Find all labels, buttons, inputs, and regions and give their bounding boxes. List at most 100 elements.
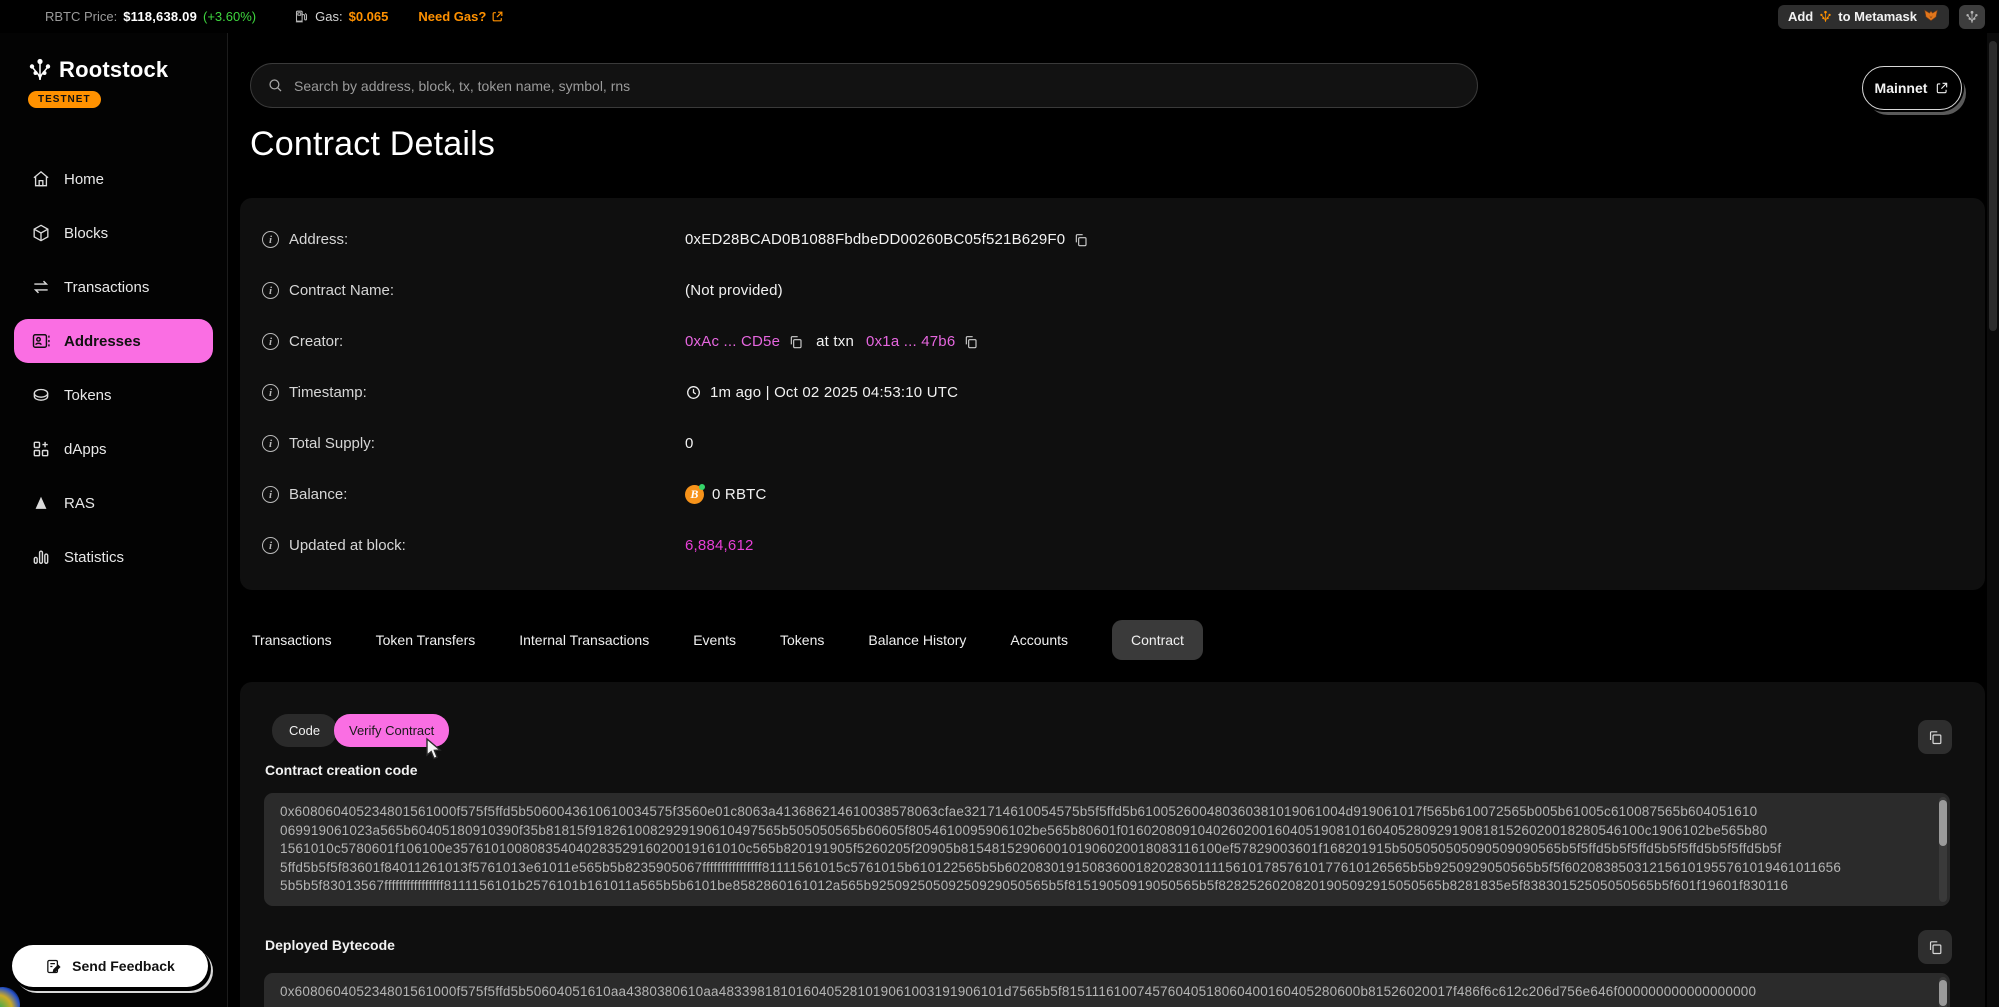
metamask-prefix-label: Add xyxy=(1788,9,1813,24)
gas-value: $0.065 xyxy=(349,9,389,24)
page-scrollbar xyxy=(1987,33,1999,1007)
apps-grid-icon xyxy=(31,439,51,459)
tab[interactable]: Transactions xyxy=(252,620,332,660)
code-line: 069919061023a565b60405180910390f35b81815… xyxy=(280,822,1926,841)
deployed-bytecode-scrollbar xyxy=(1939,977,1947,1007)
code-line: 1561010c5780601f106100e35761010080835404… xyxy=(280,840,1926,859)
detail-row-updated-block: i Updated at block: 6,884,612 xyxy=(262,520,1985,571)
contract-details-panel: i Address: 0xED28BCAD0B1088FbdbeDD00260B… xyxy=(240,198,1985,590)
send-feedback-button[interactable]: Send Feedback xyxy=(12,945,208,987)
metamask-suffix-label: to Metamask xyxy=(1838,9,1917,24)
creation-tx-link[interactable]: 0x1a ... 47b6 xyxy=(866,333,955,350)
add-to-metamask-button[interactable]: Add to Metamask xyxy=(1778,5,1949,29)
updated-block-link[interactable]: 6,884,612 xyxy=(685,537,754,554)
creation-code-label: Contract creation code xyxy=(265,762,417,778)
mainnet-label: Mainnet xyxy=(1875,80,1928,96)
sidebar-item-label: Transactions xyxy=(64,279,149,296)
tab[interactable]: Internal Transactions xyxy=(519,620,649,660)
rbtc-coin-icon: B xyxy=(685,485,704,504)
search-bar xyxy=(250,63,1478,108)
code-line: 5b5b5f83013567ffffffffffffffff8111156101… xyxy=(280,877,1926,896)
sidebar-item-home[interactable]: Home xyxy=(14,157,213,201)
need-gas-label: Need Gas? xyxy=(418,9,486,24)
transfer-arrows-icon xyxy=(31,277,51,297)
creator-address-link[interactable]: 0xAc ... CD5e xyxy=(685,333,780,350)
brand-name: Rootstock xyxy=(59,57,168,83)
gas-price-group: Gas: $0.065 xyxy=(315,9,388,24)
tab[interactable]: Tokens xyxy=(780,620,824,660)
feedback-label: Send Feedback xyxy=(72,958,175,974)
creation-code-block: 0x608060405234801561000f575f5ffd5b506004… xyxy=(264,793,1950,906)
gas-label: Gas: xyxy=(315,9,342,24)
rootstock-apps-button[interactable] xyxy=(1959,5,1985,29)
corner-gradient-decoration xyxy=(0,987,20,1007)
clock-icon xyxy=(685,384,702,401)
sidebar-item-label: Blocks xyxy=(64,225,108,242)
rbtc-price-value: $118,638.09 xyxy=(123,9,197,24)
gas-pump-icon xyxy=(294,9,309,24)
creation-code-scrollbar-thumb[interactable] xyxy=(1939,800,1947,846)
info-icon: i xyxy=(262,282,279,299)
need-gas-link[interactable]: Need Gas? xyxy=(418,9,504,24)
creation-code-lines: 0x608060405234801561000f575f5ffd5b506004… xyxy=(280,803,1926,896)
rootstock-token-icon xyxy=(1819,10,1832,23)
page-title: Contract Details xyxy=(250,125,495,164)
rbtc-price-label: RBTC Price: xyxy=(45,9,117,24)
deployed-bytecode-block: 0x608060405234801561000f575f5ffd5b506040… xyxy=(264,973,1950,1007)
coin-icon xyxy=(31,385,51,405)
metamask-fox-icon xyxy=(1923,9,1939,24)
sidebar-item-statistics[interactable]: Statistics xyxy=(14,535,213,579)
contract-code-panel: Code Verify Contract Contract creation c… xyxy=(240,682,1985,1007)
topbar: RBTC Price: $118,638.09 (+3.60%) Gas: $0… xyxy=(0,0,1999,33)
balance-label: Balance: xyxy=(289,486,347,503)
at-txn-label: at txn xyxy=(816,333,854,350)
detail-row-timestamp: i Timestamp: 1m ago | Oct 02 2025 04:53:… xyxy=(262,367,1985,418)
timestamp-value: 1m ago | Oct 02 2025 04:53:10 UTC xyxy=(710,384,958,401)
tab[interactable]: Events xyxy=(693,620,736,660)
sidebar-item-addresses[interactable]: Addresses xyxy=(14,319,213,363)
tab[interactable]: Accounts xyxy=(1010,620,1068,660)
cube-icon xyxy=(31,223,51,243)
home-icon xyxy=(31,169,51,189)
bar-chart-icon xyxy=(31,547,51,567)
sidebar-item-ras[interactable]: RAS xyxy=(14,481,213,525)
creation-code-scrollbar xyxy=(1939,797,1947,902)
detail-row-creator: i Creator: 0xAc ... CD5e at txn 0x1a ...… xyxy=(262,316,1985,367)
page-scrollbar-thumb[interactable] xyxy=(1989,41,1997,331)
mainnet-button[interactable]: Mainnet xyxy=(1862,66,1962,110)
deployed-bytecode-label: Deployed Bytecode xyxy=(265,937,395,953)
tab[interactable]: Token Transfers xyxy=(376,620,476,660)
rootstock-logo[interactable]: Rootstock xyxy=(28,57,227,83)
address-card-icon xyxy=(31,331,51,351)
copy-creation-code-button[interactable] xyxy=(1918,720,1952,754)
verify-contract-button[interactable]: Verify Contract xyxy=(334,714,449,747)
address-label: Address: xyxy=(289,231,348,248)
sidebar-item-label: Addresses xyxy=(64,333,141,350)
sidebar-item-dapps[interactable]: dApps xyxy=(14,427,213,471)
deployed-bytecode-scrollbar-thumb[interactable] xyxy=(1939,980,1947,1006)
info-icon: i xyxy=(262,231,279,248)
mountain-icon xyxy=(31,493,51,513)
sidebar-item-label: Tokens xyxy=(64,387,112,404)
tab[interactable]: Contract xyxy=(1112,620,1203,660)
balance-value: 0 RBTC xyxy=(712,486,767,503)
sidebar-item-transactions[interactable]: Transactions xyxy=(14,265,213,309)
sidebar-item-tokens[interactable]: Tokens xyxy=(14,373,213,417)
sidebar-item-label: RAS xyxy=(64,495,95,512)
sidebar-item-blocks[interactable]: Transactions Blocks xyxy=(14,211,213,255)
copy-creator-button[interactable] xyxy=(788,334,804,350)
copy-deployed-bytecode-button[interactable] xyxy=(1918,930,1952,964)
updated-block-label: Updated at block: xyxy=(289,537,406,554)
copy-tx-button[interactable] xyxy=(963,334,979,350)
copy-address-button[interactable] xyxy=(1073,232,1089,248)
info-icon: i xyxy=(262,435,279,452)
search-icon xyxy=(267,77,284,94)
sidebar-item-label: dApps xyxy=(64,441,107,458)
timestamp-label: Timestamp: xyxy=(289,384,367,401)
info-icon: i xyxy=(262,537,279,554)
rbtc-price-change: (+3.60%) xyxy=(203,9,256,24)
deployed-bytecode-lines: 0x608060405234801561000f575f5ffd5b506040… xyxy=(280,983,1926,1002)
search-input[interactable] xyxy=(294,78,1461,94)
tab[interactable]: Balance History xyxy=(868,620,966,660)
code-tab-button[interactable]: Code xyxy=(272,714,337,747)
